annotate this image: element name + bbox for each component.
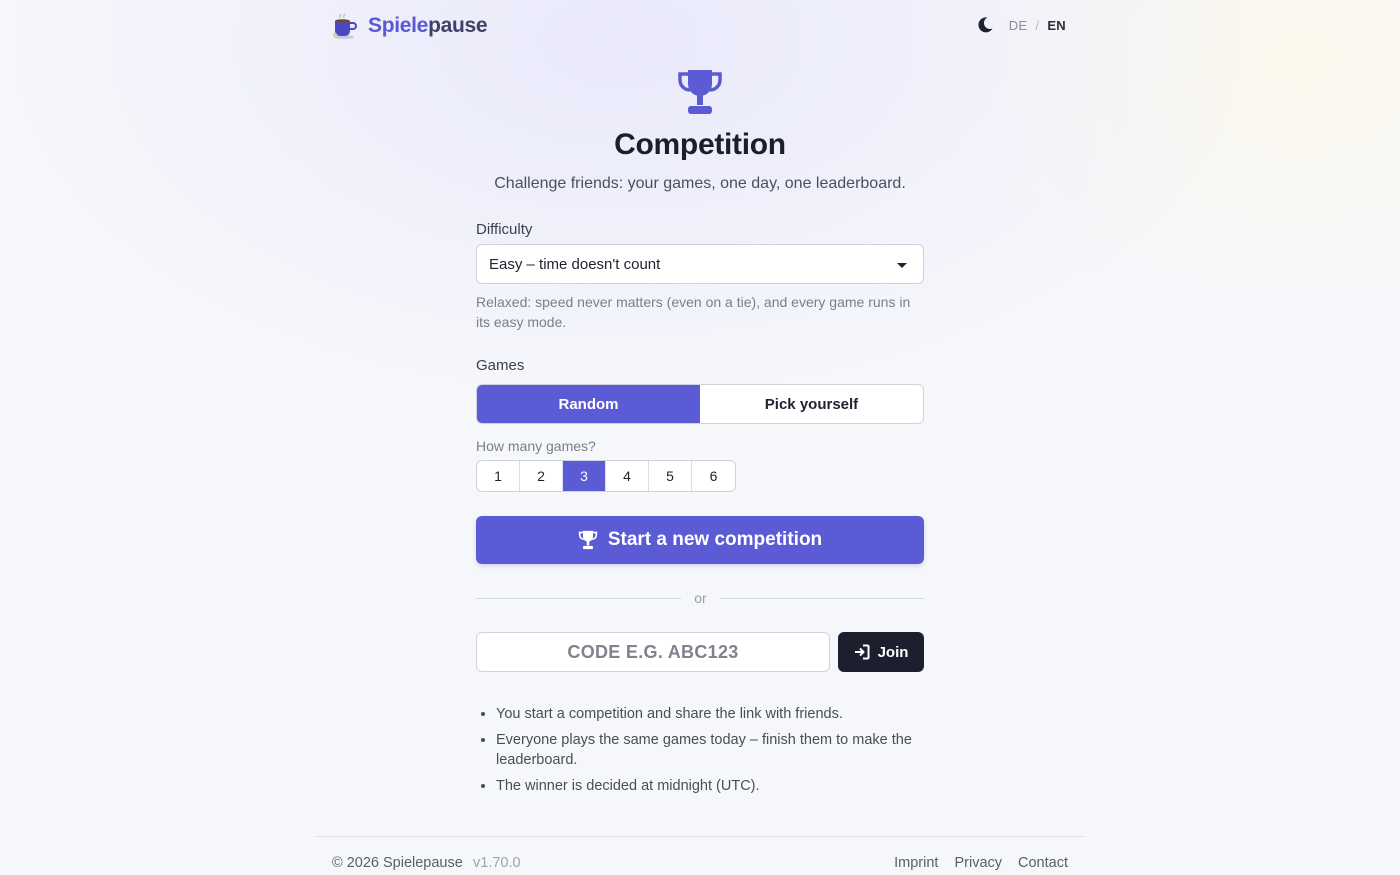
mode-pick-button[interactable]: Pick yourself (700, 385, 923, 423)
games-count-selector: 1 2 3 4 5 6 (476, 460, 736, 492)
count-option[interactable]: 1 (477, 461, 520, 491)
lang-de-link[interactable]: DE (1009, 18, 1028, 33)
brand-logo[interactable]: Spielepause (330, 12, 488, 40)
or-label: or (694, 590, 707, 606)
difficulty-hint: Relaxed: speed never matters (even on a … (476, 294, 911, 330)
coffee-mug-icon (332, 13, 357, 39)
privacy-link[interactable]: Privacy (954, 855, 1002, 871)
footer-divider (316, 836, 1084, 837)
games-label: Games (476, 357, 525, 374)
list-item: The winner is decided at midnight (UTC). (496, 776, 926, 796)
difficulty-selected-value: Easy – time doesn't count (489, 255, 661, 273)
footer-version: v1.70.0 (473, 855, 521, 871)
games-mode-toggle: Random Pick yourself (476, 384, 924, 424)
contact-link[interactable]: Contact (1018, 855, 1068, 871)
competition-code-input[interactable] (476, 632, 830, 672)
start-competition-label: Start a new competition (607, 529, 823, 550)
footer-links: Imprint Privacy Contact (894, 855, 1068, 871)
difficulty-select[interactable]: Easy – time doesn't count (476, 244, 924, 284)
info-list: You start a competition and share the li… (496, 704, 926, 802)
sign-in-icon (854, 644, 870, 660)
join-label: Join (877, 643, 909, 661)
footer-copyright: © 2026 Spielepause (332, 855, 463, 871)
page-subtitle: Challenge friends: your games, one day, … (494, 175, 906, 192)
moon-icon[interactable] (976, 16, 994, 34)
start-competition-button[interactable]: Start a new competition (476, 516, 924, 564)
page-title: Competition (614, 128, 786, 161)
count-option[interactable]: 4 (606, 461, 649, 491)
count-option[interactable]: 5 (649, 461, 692, 491)
list-item: You start a competition and share the li… (496, 704, 926, 724)
list-item: Everyone plays the same games today – fi… (496, 730, 926, 770)
join-button[interactable]: Join (838, 632, 924, 672)
chevron-down-icon (897, 263, 907, 268)
count-option[interactable]: 6 (692, 461, 735, 491)
count-option[interactable]: 3 (563, 461, 606, 491)
count-option[interactable]: 2 (520, 461, 563, 491)
brand-name-part1: Spiele (368, 14, 429, 37)
or-divider: or (476, 590, 924, 608)
brand-name-part2: pause (428, 14, 488, 37)
header: Spielepause DE / EN (316, 0, 1084, 52)
difficulty-label: Difficulty (476, 221, 533, 238)
lang-en-link[interactable]: EN (1047, 18, 1066, 33)
games-count-label: How many games? (476, 438, 596, 454)
trophy-icon (678, 70, 722, 114)
imprint-link[interactable]: Imprint (894, 855, 938, 871)
mode-random-button[interactable]: Random (477, 385, 700, 423)
language-switcher: DE / EN (1009, 18, 1066, 33)
trophy-icon (578, 530, 598, 550)
lang-separator: / (1035, 18, 1040, 33)
